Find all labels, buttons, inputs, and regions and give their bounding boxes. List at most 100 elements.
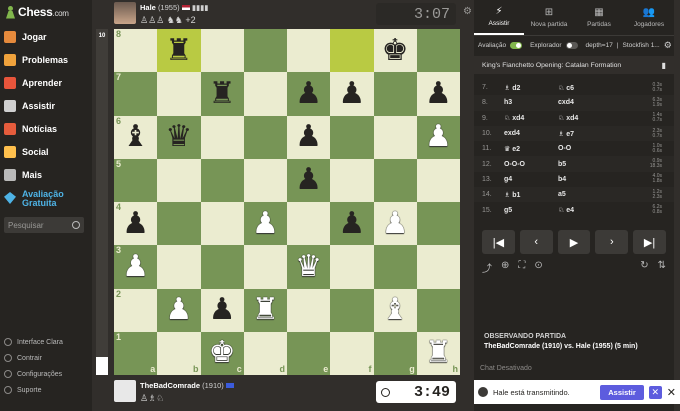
square-g6[interactable] — [373, 115, 417, 159]
sidebar-item-assistir[interactable]: Assistir — [4, 97, 90, 115]
square-e3[interactable]: ♛ — [287, 245, 331, 289]
square-g2[interactable]: ♝ — [373, 288, 417, 332]
square-a8[interactable]: 8 — [114, 29, 158, 73]
black-queen-icon[interactable]: ♛ — [165, 122, 192, 152]
square-f7[interactable]: ♟ — [330, 72, 374, 116]
white-move[interactable]: ♛ e2 — [504, 145, 558, 153]
square-h2[interactable] — [416, 288, 460, 332]
flip-board-icon[interactable]: ⇅ — [658, 260, 666, 274]
square-h7[interactable]: ♟ — [416, 72, 460, 116]
square-h8[interactable] — [416, 29, 460, 73]
square-h3[interactable] — [416, 245, 460, 289]
white-move[interactable]: ♗ b1 — [504, 191, 558, 199]
square-d6[interactable] — [243, 115, 287, 159]
chesscom-logo[interactable]: Chess.com — [6, 4, 69, 20]
square-d4[interactable]: ♟ — [243, 202, 287, 246]
square-d2[interactable]: ♜ — [243, 288, 287, 332]
square-g4[interactable]: ♟ — [373, 202, 417, 246]
square-b1[interactable]: b — [157, 331, 201, 375]
black-pawn-icon[interactable]: ♟ — [295, 165, 322, 195]
tab-partidas[interactable]: ▦ Partidas — [574, 0, 624, 35]
square-b4[interactable] — [157, 202, 201, 246]
square-f6[interactable] — [330, 115, 374, 159]
square-c7[interactable]: ♜ — [200, 72, 244, 116]
last-move-button[interactable]: ▶| — [633, 230, 666, 254]
footer-item[interactable]: Configurações — [4, 370, 62, 378]
zoom-icon[interactable]: ⊙ — [534, 260, 542, 274]
square-e1[interactable]: e — [287, 331, 331, 375]
square-g3[interactable] — [373, 245, 417, 289]
square-f2[interactable] — [330, 288, 374, 332]
square-e8[interactable] — [287, 29, 331, 73]
square-a2[interactable]: 2 — [114, 288, 158, 332]
white-pawn-icon[interactable]: ♟ — [382, 208, 409, 239]
black-pawn-icon[interactable]: ♟ — [425, 78, 452, 109]
dismiss-x-icon[interactable]: ✕ — [648, 385, 662, 399]
top-player-name-row[interactable]: Hale (1955) ▮▮▮▮ — [140, 3, 208, 12]
black-move[interactable]: O-O — [558, 145, 638, 152]
sidebar-item-mais[interactable]: Mais — [4, 166, 90, 184]
square-f3[interactable] — [330, 245, 374, 289]
book-icon[interactable]: ▮ — [662, 61, 666, 70]
square-b5[interactable] — [157, 158, 201, 202]
square-h5[interactable] — [416, 158, 460, 202]
white-move[interactable]: h3 — [504, 99, 558, 106]
square-e6[interactable]: ♟ — [287, 115, 331, 159]
watch-stream-button[interactable]: Assistir — [600, 384, 644, 400]
first-move-button[interactable]: |◀ — [482, 230, 515, 254]
square-b6[interactable]: ♛ — [157, 115, 201, 159]
next-move-button[interactable]: › — [595, 230, 629, 254]
black-pawn-icon[interactable]: ♟ — [122, 208, 149, 239]
tab-nova-partida[interactable]: ⊞ Nova partida — [524, 0, 574, 35]
square-c1[interactable]: c ♚ — [200, 331, 244, 375]
black-pawn-icon[interactable]: ♟ — [295, 122, 322, 152]
white-rook-icon[interactable]: ♜ — [252, 295, 279, 325]
sidebar-item-problemas[interactable]: Problemas — [4, 51, 90, 69]
black-move[interactable]: a5 — [558, 191, 638, 198]
white-move[interactable]: ♗ d2 — [504, 84, 558, 92]
square-a5[interactable]: 5 — [114, 158, 158, 202]
explorer-toggle[interactable] — [565, 41, 578, 49]
free-trial-link[interactable]: Avaliação Gratuita — [4, 190, 90, 212]
black-rook-icon[interactable]: ♜ — [165, 35, 192, 66]
board-settings-gear-icon[interactable]: ⚙ — [463, 6, 472, 17]
square-g8[interactable]: ♚ — [373, 29, 417, 73]
black-pawn-icon[interactable]: ♟ — [338, 78, 365, 109]
white-move[interactable]: exd4 — [504, 130, 558, 137]
square-a1[interactable]: 1a — [114, 331, 158, 375]
square-d1[interactable]: d — [243, 331, 287, 375]
white-king-icon[interactable]: ♚ — [209, 338, 236, 368]
bottom-player-name-row[interactable]: TheBadComrade (1910) — [140, 381, 234, 390]
black-move[interactable]: b5 — [558, 161, 638, 168]
black-move[interactable]: ♘ xd4 — [558, 114, 638, 122]
square-h4[interactable] — [416, 202, 460, 246]
square-c8[interactable] — [200, 29, 244, 73]
sidebar-item-aprender[interactable]: Aprender — [4, 74, 90, 92]
square-b3[interactable] — [157, 245, 201, 289]
square-e7[interactable]: ♟ — [287, 72, 331, 116]
white-bishop-icon[interactable]: ♝ — [382, 295, 409, 325]
white-pawn-icon[interactable]: ♟ — [122, 251, 149, 282]
white-rook-icon[interactable]: ♜ — [425, 338, 452, 368]
square-f8[interactable] — [330, 29, 374, 73]
square-g1[interactable]: g — [373, 331, 417, 375]
square-a7[interactable]: 7 — [114, 72, 158, 116]
square-c5[interactable] — [200, 158, 244, 202]
square-c6[interactable] — [200, 115, 244, 159]
previous-move-button[interactable]: ‹ — [519, 230, 553, 254]
add-game-icon[interactable]: ⊕ — [501, 260, 509, 274]
sidebar-item-jogar[interactable]: Jogar — [4, 28, 90, 46]
close-notification-icon[interactable]: ✕ — [667, 386, 676, 399]
white-pawn-icon[interactable]: ♟ — [425, 122, 452, 152]
search-input[interactable]: Pesquisar — [4, 217, 84, 233]
square-a6[interactable]: 6 ♝ — [114, 115, 158, 159]
black-move[interactable]: b4 — [558, 176, 638, 183]
white-pawn-icon[interactable]: ♟ — [165, 295, 192, 325]
square-e5[interactable]: ♟ — [287, 158, 331, 202]
square-b2[interactable]: ♟ — [157, 288, 201, 332]
square-h1[interactable]: h ♜ — [416, 331, 460, 375]
black-bishop-icon[interactable]: ♝ — [122, 122, 149, 152]
square-d7[interactable] — [243, 72, 287, 116]
square-g7[interactable] — [373, 72, 417, 116]
footer-item[interactable]: Contrair — [4, 354, 42, 362]
